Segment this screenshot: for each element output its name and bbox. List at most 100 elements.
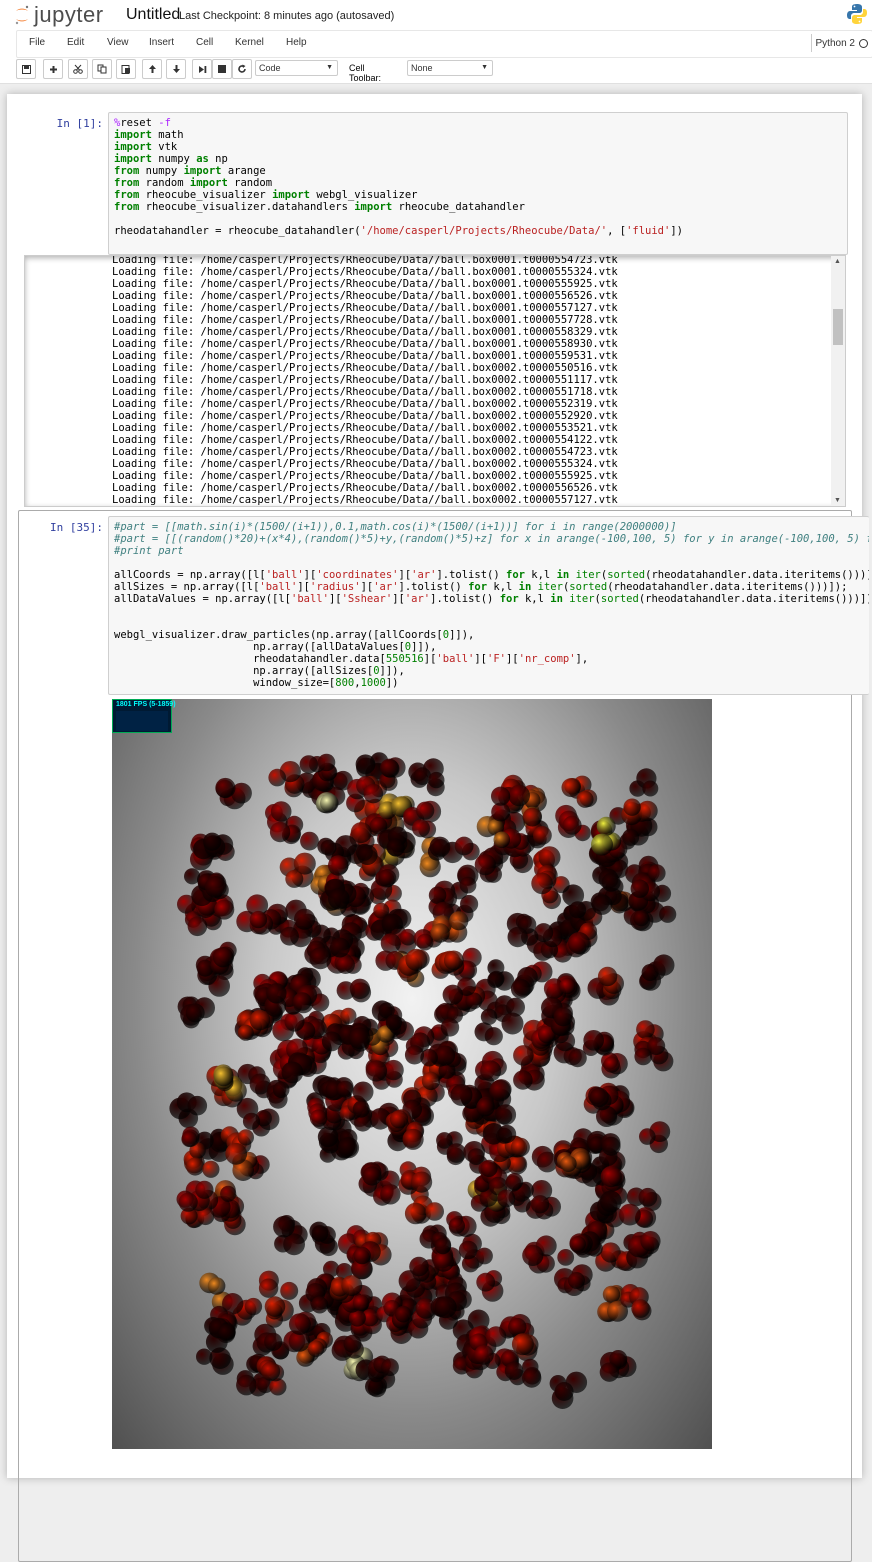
particle — [225, 1142, 248, 1165]
particle — [589, 1087, 609, 1108]
particle — [416, 801, 435, 820]
code-token: (rheodatahandler.data.iteritems()))]) — [638, 593, 869, 605]
code-token: import — [114, 153, 152, 165]
particle — [380, 1184, 401, 1205]
logo-text: jupyter — [34, 2, 104, 27]
output-line: Loading file: /home/casperl/Projects/Rhe… — [112, 350, 618, 362]
particle — [639, 1128, 656, 1145]
particle — [554, 1382, 574, 1401]
cell-type-select[interactable]: Code ▼ — [255, 60, 338, 76]
output-scrollbar[interactable]: ▲ ▼ — [831, 256, 845, 506]
move-down-button[interactable] — [166, 59, 186, 79]
output-scroll-area[interactable]: Loading file: /home/casperl/Projects/Rhe… — [24, 255, 846, 507]
fps-meter[interactable]: 1801 FPS (5-1859) — [112, 699, 176, 733]
code-token: ][ — [303, 569, 317, 581]
move-up-button[interactable] — [142, 59, 162, 79]
scrollbar-thumb[interactable] — [833, 309, 843, 345]
code-token: rheodatahandler.data[ — [114, 653, 386, 665]
code-token: numpy — [151, 153, 197, 165]
code-token: 'ball' — [436, 653, 475, 665]
particle — [213, 1066, 234, 1087]
scroll-up-icon[interactable]: ▲ — [834, 258, 841, 265]
particle — [633, 910, 650, 927]
particle — [508, 784, 530, 807]
cut-button[interactable] — [68, 59, 88, 79]
jupyter-logo[interactable]: jupyter — [14, 1, 104, 29]
cell-toolbar-select[interactable]: None ▼ — [407, 60, 493, 76]
code-token: import — [114, 129, 152, 141]
code-token: math — [151, 129, 184, 141]
code-token: arange — [221, 165, 266, 177]
code-token: ][ — [297, 581, 310, 593]
scroll-down-icon[interactable]: ▼ — [834, 497, 841, 504]
code-token: -f — [158, 117, 171, 129]
particle — [273, 1215, 295, 1238]
code-token: in — [550, 593, 563, 605]
particle — [349, 978, 371, 999]
particle — [258, 1278, 279, 1298]
kernel-indicator: Python 2 — [810, 34, 868, 52]
particle — [264, 1332, 283, 1351]
particle — [280, 1281, 299, 1300]
code-token: sorted — [600, 593, 639, 605]
code-token: random — [139, 177, 190, 189]
particle — [362, 1166, 382, 1186]
particle — [601, 872, 621, 892]
save-button[interactable] — [16, 59, 36, 79]
code-cell-input[interactable]: #part = [[math.sin(i)*(1500/(i+1)),0.1,m… — [108, 516, 869, 695]
particle-group — [169, 752, 677, 1409]
menu-cell[interactable]: Cell — [196, 37, 213, 48]
particle — [187, 916, 208, 937]
particle — [659, 905, 677, 923]
copy-button[interactable] — [92, 59, 112, 79]
particle — [381, 913, 403, 935]
menu-edit[interactable]: Edit — [67, 37, 84, 48]
particle — [476, 1272, 496, 1292]
menu-kernel[interactable]: Kernel — [235, 37, 264, 48]
arrow-up-icon — [148, 65, 156, 73]
code-token: sorted — [569, 581, 608, 593]
code-token: 'ar' — [411, 569, 437, 581]
particle — [474, 1345, 494, 1365]
restart-button[interactable] — [232, 59, 252, 79]
particle — [507, 926, 528, 948]
webgl-particle-canvas[interactable]: 1801 FPS (5-1859) — [112, 699, 712, 1449]
notebook-title[interactable]: Untitled — [126, 6, 180, 24]
code-token: window_size=[ — [114, 677, 336, 689]
paste-button[interactable] — [116, 59, 136, 79]
refresh-icon — [238, 64, 246, 73]
particle — [653, 954, 675, 976]
insert-cell-button[interactable] — [43, 59, 63, 79]
code-token: '/home/casperl/Projects/Rheocube/Data/' — [360, 225, 608, 237]
code-token: (rheodatahandler.data.iteritems()))]) — [645, 569, 869, 581]
code-token: ], — [575, 653, 589, 665]
particle — [480, 1060, 502, 1082]
code-token: np.array([allSizes[ — [114, 665, 374, 677]
menu-insert[interactable]: Insert — [149, 37, 174, 48]
particle — [522, 1368, 542, 1388]
code-token: import — [189, 177, 228, 189]
code-token: 'ar' — [404, 593, 431, 605]
menu-view[interactable]: View — [107, 37, 129, 48]
particle — [412, 819, 430, 838]
output-line: Loading file: /home/casperl/Projects/Rhe… — [112, 290, 618, 302]
particle — [601, 1136, 621, 1156]
interrupt-button[interactable] — [212, 59, 232, 79]
output-line: Loading file: /home/casperl/Projects/Rhe… — [112, 278, 618, 290]
particle — [428, 771, 445, 789]
particle — [501, 1012, 524, 1035]
particle — [185, 1003, 205, 1023]
code-cell-input[interactable]: %reset -f import math import vtk import … — [108, 112, 848, 255]
particle — [299, 755, 318, 774]
particle — [493, 831, 511, 849]
menu-file[interactable]: File — [29, 37, 45, 48]
code-lines: %reset -f import math import vtk import … — [109, 113, 847, 241]
particle — [442, 984, 463, 1005]
particle — [321, 1031, 342, 1052]
code-token: ][ — [392, 593, 405, 605]
particle — [389, 1110, 409, 1129]
particle — [329, 937, 350, 958]
particle — [538, 846, 561, 869]
run-button[interactable] — [192, 59, 212, 79]
menu-help[interactable]: Help — [286, 37, 307, 48]
